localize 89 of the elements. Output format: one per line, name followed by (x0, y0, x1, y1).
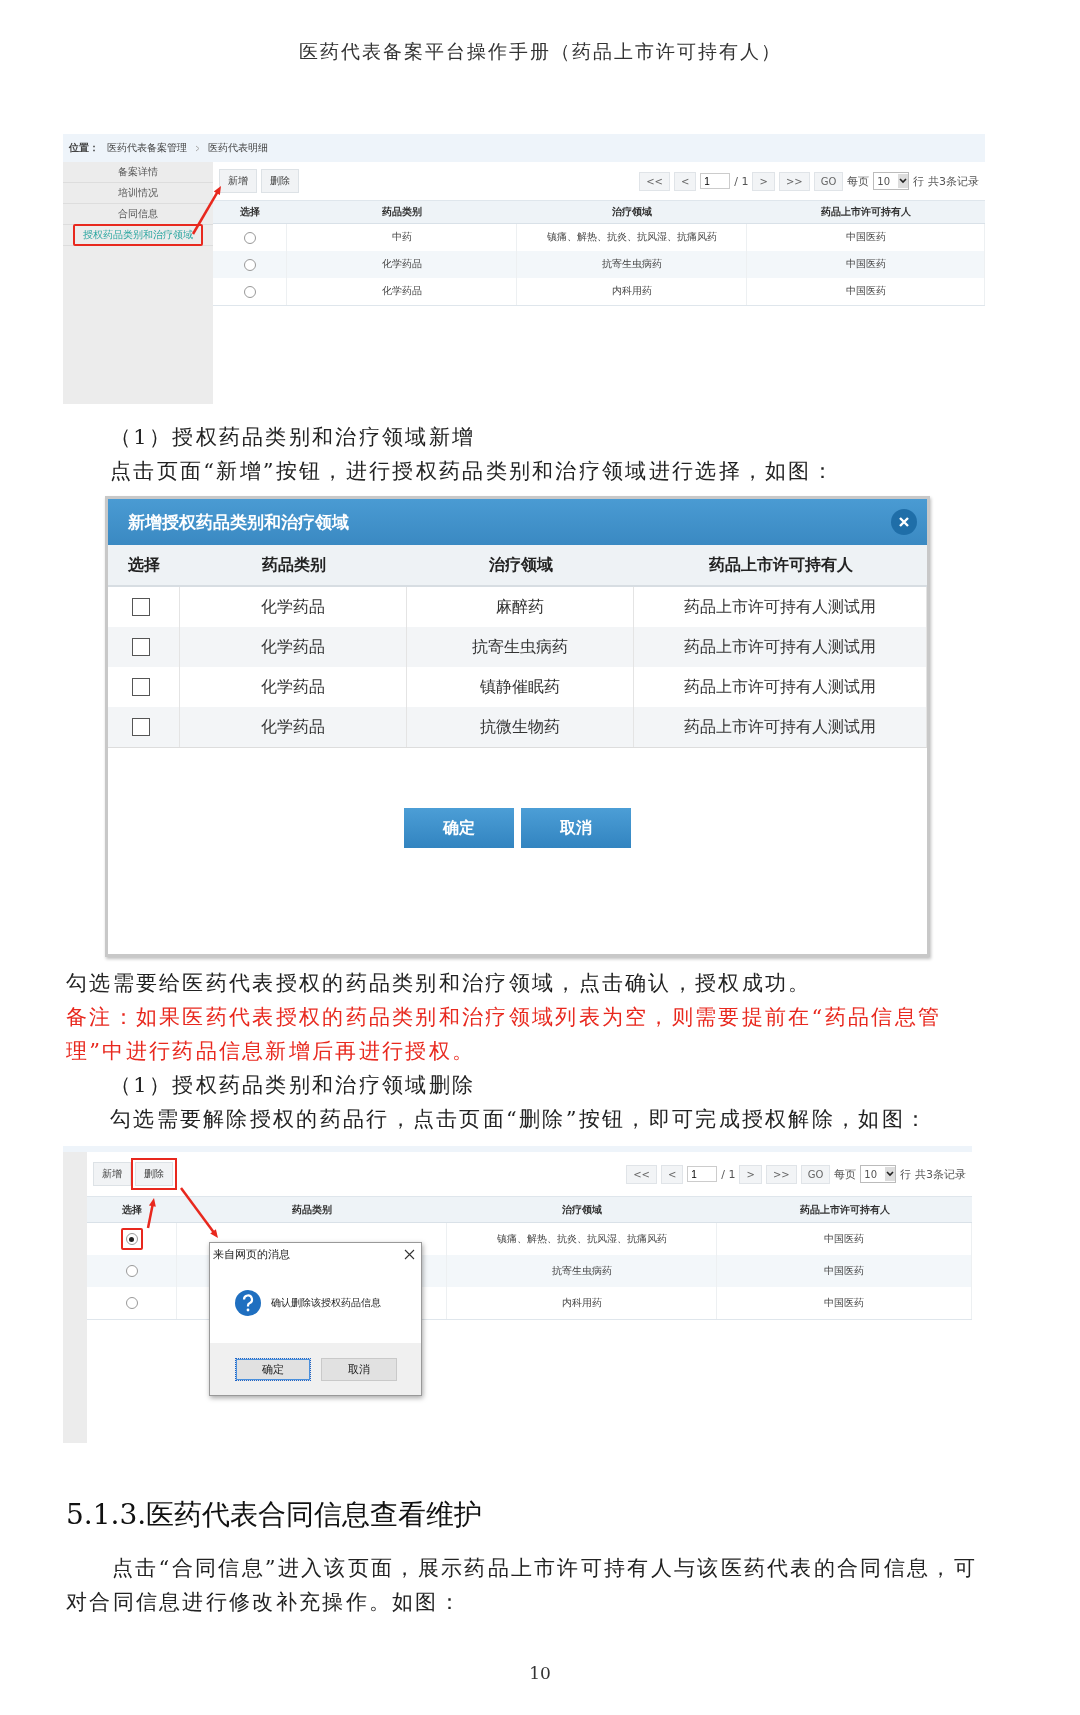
radio-button[interactable] (125, 1297, 138, 1309)
breadcrumb-link[interactable]: 医药代表明细 (208, 141, 268, 155)
per-page-select[interactable]: 10 (873, 172, 909, 190)
checkbox[interactable] (132, 638, 150, 656)
radio-button[interactable] (243, 258, 256, 271)
note-text: 备注：如果医药代表授权的药品类别和治疗领域列表为空，则需要提前在“药品信息管理”中进行药品信息新增后再进行授权。 (66, 1004, 943, 1065)
sidebar-item[interactable]: 培训情况 (108, 182, 168, 204)
column-header: 治疗领域 (407, 545, 634, 587)
column-header: 药品类别 (177, 1197, 447, 1223)
step-title: （1）授权药品类别和治疗领域删除 (110, 1072, 477, 1099)
per-page-label: 每页 (834, 1166, 857, 1182)
result-text: 勾选需要给医药代表授权的药品类别和治疗领域，点击确认，授权成功。 (66, 970, 813, 997)
previous-page-button[interactable]: < (673, 171, 697, 191)
go-button[interactable]: GO (813, 171, 844, 191)
table-cell: 抗寄生虫病药 (517, 251, 747, 278)
chevron-down-icon (885, 1167, 895, 1181)
table-cell: 药品上市许可持有人测试用 (634, 627, 927, 667)
section-text: 点击“合同信息”进入该页面，展示药品上市许可持有人与该医药代表的合同信息，可对合同信息进行修改补充操作。如图： (66, 1555, 978, 1616)
chevron-down-icon (898, 174, 908, 188)
table-cell: 化学药品 (180, 627, 407, 667)
close-icon[interactable] (404, 1249, 415, 1260)
radio-button[interactable] (125, 1233, 138, 1245)
next-page-button[interactable]: > (739, 1164, 762, 1184)
go-button[interactable]: GO (800, 1164, 831, 1184)
table-cell: 药品上市许可持有人测试用 (634, 707, 927, 747)
checkbox[interactable] (132, 598, 150, 616)
column-header: 治疗领域 (447, 1197, 717, 1223)
question-icon (234, 1288, 262, 1317)
toolbar-button[interactable]: 新增 (219, 169, 257, 193)
close-button[interactable] (891, 509, 917, 535)
radio-button[interactable] (125, 1265, 138, 1277)
dialog-title: 来自网页的消息 (213, 1247, 290, 1262)
page-input[interactable]: 1 (687, 1166, 718, 1182)
first-page-button[interactable]: << (639, 171, 670, 191)
table-cell: 中国医药 (717, 1255, 972, 1287)
page-total: / 1 (721, 1167, 736, 1181)
toolbar-button[interactable]: 新增 (93, 1162, 131, 1186)
last-page-button[interactable]: >> (778, 171, 810, 191)
close-icon (898, 516, 910, 528)
breadcrumb-link[interactable]: 医药代表备案管理 (107, 141, 187, 155)
step-text: 勾选需要解除授权的药品行，点击页面“删除”按钮，即可完成授权解除，如图： (110, 1106, 930, 1133)
toolbar-button[interactable]: 删除 (261, 169, 299, 193)
column-header: 药品类别 (287, 201, 517, 224)
previous-page-button[interactable]: < (660, 1164, 684, 1184)
annotation-arrow (191, 186, 221, 235)
location-label: 位置： (69, 141, 99, 155)
checkbox[interactable] (132, 718, 150, 736)
page-number: 10 (528, 1663, 552, 1683)
column-header: 药品类别 (180, 545, 407, 587)
rows-label: 行 (900, 1166, 911, 1182)
column-header: 药品上市许可持有人 (634, 545, 927, 587)
per-page-label: 每页 (847, 173, 870, 189)
next-page-button[interactable]: > (752, 171, 775, 191)
annotation-arrow (180, 1187, 218, 1238)
page-header: 医药代表备案平台操作手册（药品上市许可持有人） (297, 39, 783, 64)
checkbox[interactable] (132, 678, 150, 696)
rows-label: 行 (913, 173, 924, 189)
column-header: 治疗领域 (517, 201, 747, 224)
radio-button[interactable] (243, 231, 256, 244)
page-total: / 1 (734, 174, 749, 188)
page-input[interactable]: 1 (700, 173, 731, 189)
column-header: 药品上市许可持有人 (717, 1197, 972, 1223)
table-cell: 中国医药 (747, 251, 985, 278)
table-cell: 抗微生物药 (407, 707, 634, 747)
sidebar-item[interactable]: 备案详情 (108, 161, 168, 183)
confirm-button[interactable]: 确定 (234, 1357, 311, 1381)
table-cell: 抗寄生虫病药 (447, 1255, 717, 1287)
per-page-select[interactable]: 10 (860, 1165, 896, 1183)
annotation-arrow (146, 1198, 156, 1229)
sidebar-item[interactable]: 合同信息 (108, 203, 168, 225)
section-heading: 5.1.3.医药代表合同信息查看维护 (66, 1497, 484, 1533)
step-text: 点击页面“新增”按钮，进行授权药品类别和治疗领域进行选择，如图： (110, 458, 837, 485)
record-count: 共3条记录 (915, 1166, 966, 1182)
step-title: （1）授权药品类别和治疗领域新增 (110, 424, 477, 451)
dialog-message: 确认删除该授权药品信息 (271, 1295, 381, 1310)
column-header: 选择 (108, 545, 180, 587)
radio-button[interactable] (243, 285, 256, 298)
record-count: 共3条记录 (928, 173, 979, 189)
last-page-button[interactable]: >> (765, 1164, 797, 1184)
column-header: 选择 (87, 1197, 177, 1223)
first-page-button[interactable]: << (626, 1164, 657, 1184)
column-header: 选择 (213, 201, 287, 224)
table-cell: 化学药品 (180, 707, 407, 747)
cancel-button[interactable]: 取消 (320, 1357, 397, 1381)
chevron-right-icon (195, 144, 200, 152)
table-cell: 化学药品 (287, 251, 517, 278)
column-header: 药品上市许可持有人 (747, 201, 985, 224)
table-cell: 抗寄生虫病药 (407, 627, 634, 667)
dialog-title: 新增授权药品类别和治疗领域 (128, 510, 349, 534)
